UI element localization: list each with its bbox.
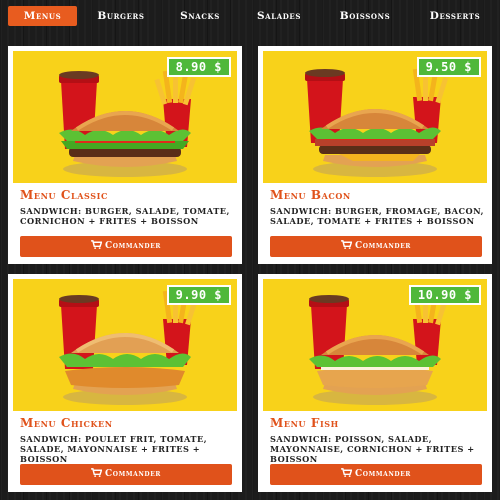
card-description: SANDWICH: BURGER, FROMAGE, BACON, SALADE… [270, 206, 484, 227]
nav-item-desserts[interactable]: Desserts [414, 6, 496, 26]
card-title: Menu Chicken [20, 416, 113, 430]
shopping-cart-icon [341, 240, 352, 249]
menu-card: 8.90 $ Menu Classic SANDWICH: BURGER, SA… [8, 46, 242, 264]
card-title: Menu Fish [270, 416, 339, 430]
order-button[interactable]: Commander [270, 236, 482, 257]
burger-fish-image: 10.90 $ [263, 279, 487, 411]
order-button-label: Commander [105, 241, 161, 251]
nav-item-salades[interactable]: Salades [242, 6, 316, 26]
order-button[interactable]: Commander [20, 236, 232, 257]
menu-card: 10.90 $ Menu Fish SANDWICH: POISSON, SAL… [258, 274, 492, 492]
price-badge: 8.90 $ [166, 57, 231, 77]
category-nav: Menus Burgers Snacks Salades Boissons De… [0, 0, 500, 30]
card-title: Menu Bacon [270, 188, 351, 202]
burger-bacon-image: 9.50 $ [263, 51, 487, 183]
shopping-cart-icon [91, 240, 102, 249]
price-badge: 9.50 $ [416, 57, 481, 77]
menu-card: 9.90 $ Menu Chicken SANDWICH: POULET FRI… [8, 274, 242, 492]
nav-item-snacks[interactable]: Snacks [166, 6, 234, 26]
nav-item-boissons[interactable]: Boissons [324, 6, 406, 26]
order-button-label: Commander [355, 241, 411, 251]
nav-item-menus[interactable]: Menus [8, 6, 77, 26]
card-description: SANDWICH: BURGER, SALADE, TOMATE, CORNIC… [20, 206, 230, 227]
burger-chicken-image: 9.90 $ [13, 279, 237, 411]
order-button-label: Commander [105, 469, 161, 479]
shopping-cart-icon [91, 468, 102, 477]
card-description: SANDWICH: POULET FRIT, TOMATE, SALADE, M… [20, 434, 208, 465]
order-button[interactable]: Commander [270, 464, 482, 485]
price-badge: 10.90 $ [408, 285, 481, 305]
shopping-cart-icon [341, 468, 352, 477]
nav-item-burgers[interactable]: Burgers [84, 6, 158, 26]
card-title: Menu Classic [20, 188, 108, 202]
menu-card: 9.50 $ Menu Bacon SANDWICH: BURGER, FROM… [258, 46, 492, 264]
burger-classic-image: 8.90 $ [13, 51, 237, 183]
order-button[interactable]: Commander [20, 464, 232, 485]
card-description: SANDWICH: POISSON, SALADE, MAYONNAISE, C… [270, 434, 475, 465]
order-button-label: Commander [355, 469, 411, 479]
price-badge: 9.90 $ [166, 285, 231, 305]
